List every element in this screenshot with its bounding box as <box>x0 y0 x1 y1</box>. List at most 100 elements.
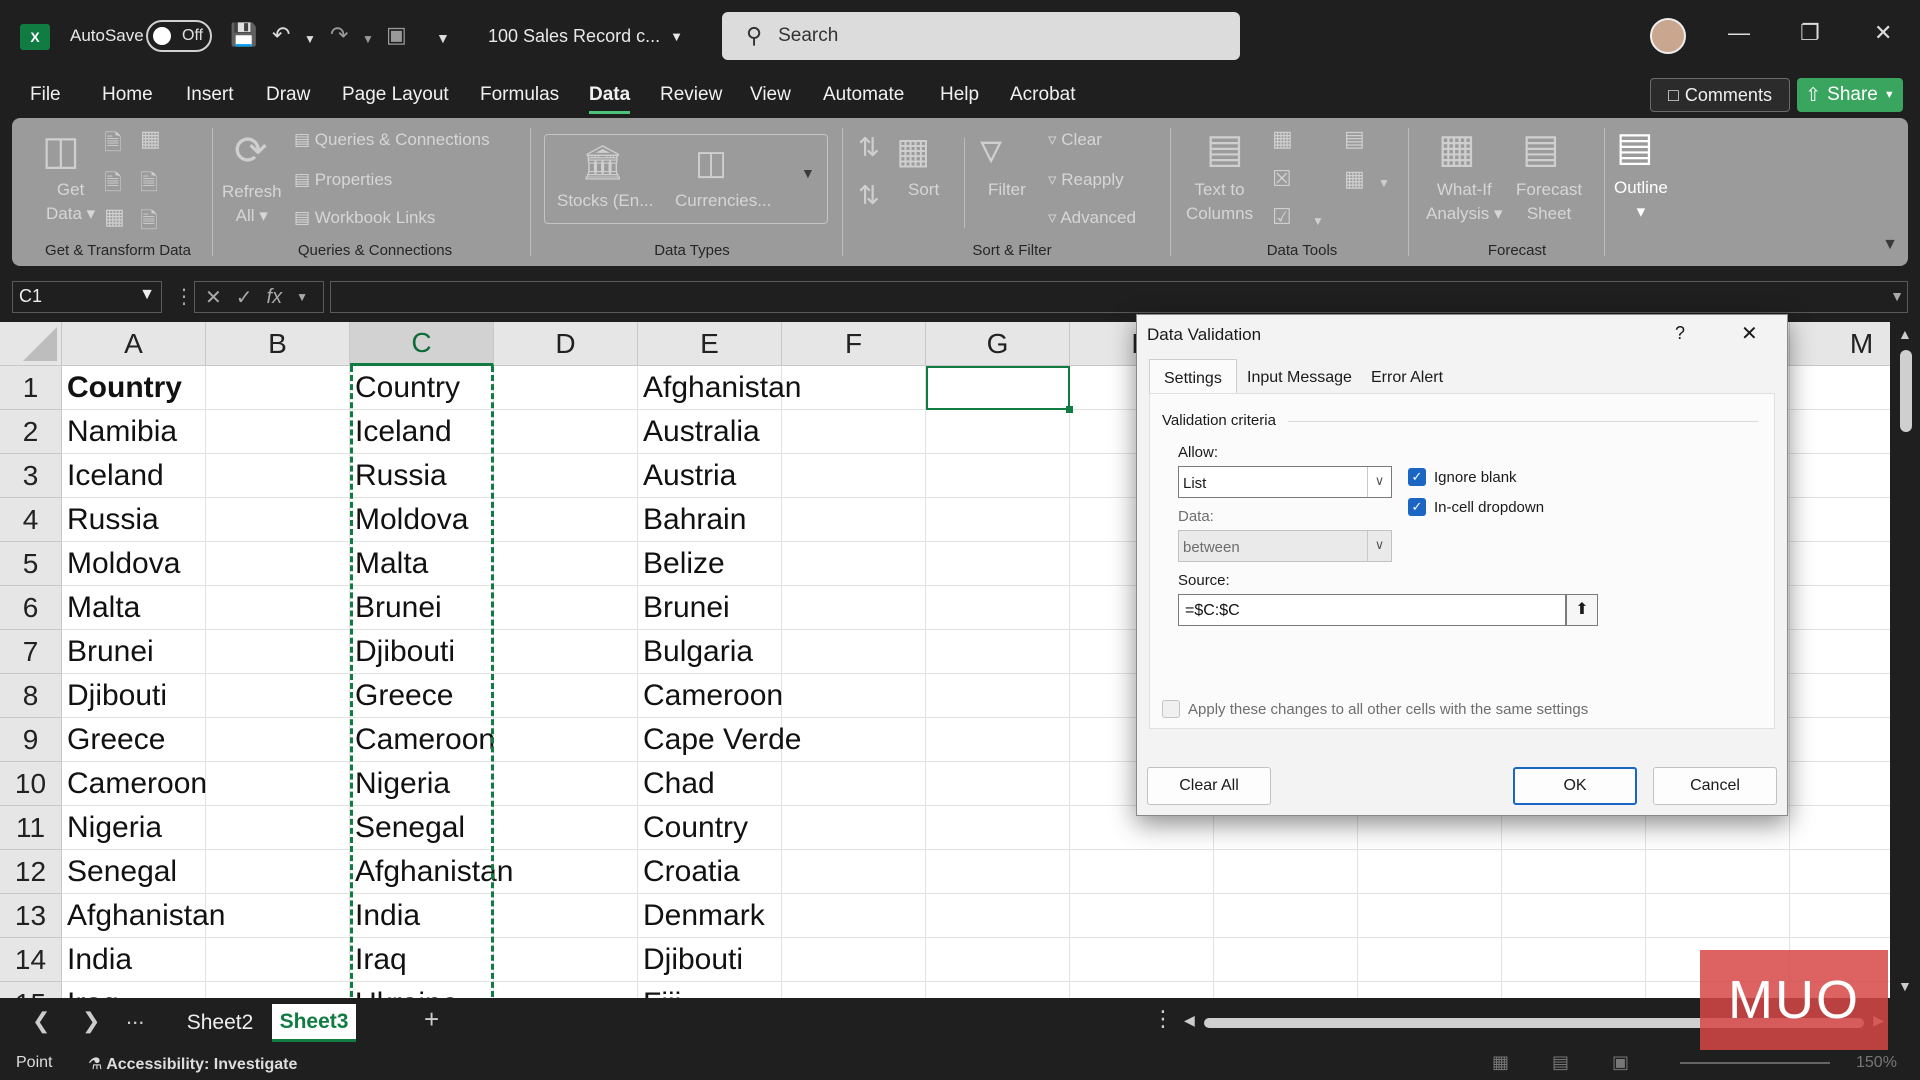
zoom-level[interactable]: 150% <box>1856 1054 1897 1072</box>
column-header-d[interactable]: D <box>494 322 638 366</box>
row-header-10[interactable]: 10 <box>0 762 62 806</box>
from-picture-icon[interactable]: 🗎 <box>140 204 158 242</box>
cell-d15[interactable] <box>494 982 638 998</box>
clear-all-button[interactable]: Clear All <box>1147 767 1271 805</box>
row-header-14[interactable]: 14 <box>0 938 62 982</box>
customize-toolbar-icon[interactable]: ▼ <box>436 30 450 46</box>
cell-e13[interactable]: Denmark <box>638 894 782 938</box>
cell-g14[interactable] <box>926 938 1070 982</box>
cell-l13[interactable] <box>1646 894 1790 938</box>
cell-f8[interactable] <box>782 674 926 718</box>
apply-all-checkbox[interactable] <box>1162 700 1180 718</box>
cell-d14[interactable] <box>494 938 638 982</box>
cell-d2[interactable] <box>494 410 638 454</box>
row-header-7[interactable]: 7 <box>0 630 62 674</box>
cell-e15[interactable]: Fiji <box>638 982 782 998</box>
properties-button[interactable]: ▤ Properties <box>294 168 392 192</box>
cell-e10[interactable]: Chad <box>638 762 782 806</box>
tab-sheet2[interactable]: Sheet2 <box>170 1004 270 1042</box>
more-sheets-button[interactable]: ... <box>126 1004 144 1030</box>
tab-help[interactable]: Help <box>940 84 979 106</box>
row-header-5[interactable]: 5 <box>0 542 62 586</box>
gallery-more-icon[interactable]: ▼ <box>801 165 815 181</box>
row-header-11[interactable]: 11 <box>0 806 62 850</box>
cell-j12[interactable] <box>1358 850 1502 894</box>
tab-automate[interactable]: Automate <box>823 84 904 106</box>
cancel-icon[interactable]: ✕ <box>205 285 222 310</box>
cell-i12[interactable] <box>1214 850 1358 894</box>
row-header-2[interactable]: 2 <box>0 410 62 454</box>
chevron-down-icon[interactable]: ▼ <box>1312 214 1324 228</box>
cell-b15[interactable] <box>206 982 350 998</box>
cell-a12[interactable]: Senegal <box>62 850 206 894</box>
cell-g13[interactable] <box>926 894 1070 938</box>
cell-d1[interactable] <box>494 366 638 410</box>
tab-acrobat[interactable]: Acrobat <box>1010 84 1075 106</box>
reapply-button[interactable]: ▿ Reapply <box>1048 168 1124 192</box>
close-window-icon[interactable]: ✕ <box>1874 20 1892 46</box>
stocks-button[interactable]: Stocks (En... <box>557 189 653 213</box>
cell-e2[interactable]: Australia <box>638 410 782 454</box>
cell-a8[interactable]: Djibouti <box>62 674 206 718</box>
row-header-1[interactable]: 1 <box>0 366 62 410</box>
row-header-6[interactable]: 6 <box>0 586 62 630</box>
ok-button[interactable]: OK <box>1513 767 1637 805</box>
cell-a3[interactable]: Iceland <box>62 454 206 498</box>
select-all-corner[interactable] <box>0 322 62 366</box>
text-to-columns-button[interactable]: Text to Columns <box>1186 178 1253 226</box>
tab-home[interactable]: Home <box>102 84 153 106</box>
undo-dropdown-icon[interactable]: ▼ <box>304 32 316 46</box>
column-header-b[interactable]: B <box>206 322 350 366</box>
column-header-m[interactable]: M <box>1790 322 1890 366</box>
from-web-icon[interactable]: 🗎 <box>104 166 122 204</box>
cell-j14[interactable] <box>1358 938 1502 982</box>
cell-e3[interactable]: Austria <box>638 454 782 498</box>
cell-d9[interactable] <box>494 718 638 762</box>
chevron-down-icon[interactable]: ▼ <box>1378 176 1390 190</box>
cell-b9[interactable] <box>206 718 350 762</box>
row-header-9[interactable]: 9 <box>0 718 62 762</box>
tab-data[interactable]: Data <box>589 84 631 114</box>
cell-g3[interactable] <box>926 454 1070 498</box>
scroll-up-icon[interactable]: ▲ <box>1898 326 1912 342</box>
cell-d6[interactable] <box>494 586 638 630</box>
cell-j15[interactable] <box>1358 982 1502 998</box>
cell-g15[interactable] <box>926 982 1070 998</box>
cell-d13[interactable] <box>494 894 638 938</box>
cell-e9[interactable]: Cape Verde <box>638 718 801 762</box>
scroll-down-icon[interactable]: ▼ <box>1898 978 1912 994</box>
cell-i15[interactable] <box>1214 982 1358 998</box>
advanced-filter-button[interactable]: ▿ Advanced <box>1048 206 1136 230</box>
cell-j13[interactable] <box>1358 894 1502 938</box>
scroll-left-icon[interactable]: ◀ <box>1184 1012 1195 1029</box>
cell-a1[interactable]: Country <box>62 366 206 410</box>
undo-icon[interactable]: ↶ <box>272 22 290 48</box>
cell-a10[interactable]: Cameroon <box>62 762 207 806</box>
cell-e6[interactable]: Brunei <box>638 586 782 630</box>
column-header-e[interactable]: E <box>638 322 782 366</box>
cell-f7[interactable] <box>782 630 926 674</box>
cell-m5[interactable] <box>1790 542 1890 586</box>
avatar[interactable] <box>1650 18 1686 54</box>
formula-input[interactable] <box>330 281 1908 313</box>
accessibility-status[interactable]: ⚗ Accessibility: Investigate <box>88 1054 297 1074</box>
cell-m2[interactable] <box>1790 410 1890 454</box>
sort-ascending-icon[interactable]: ⇅ <box>858 132 880 163</box>
cell-g6[interactable] <box>926 586 1070 630</box>
redo-icon[interactable]: ↷ <box>330 22 348 48</box>
cell-i14[interactable] <box>1214 938 1358 982</box>
cell-d5[interactable] <box>494 542 638 586</box>
cell-a15[interactable]: Iraq <box>62 982 206 998</box>
cell-b4[interactable] <box>206 498 350 542</box>
insert-function-button[interactable]: fx <box>267 286 283 309</box>
column-header-f[interactable]: F <box>782 322 926 366</box>
page-break-view-icon[interactable]: ▣ <box>1612 1052 1629 1073</box>
share-button[interactable]: ⇧ Share ▼ <box>1797 78 1903 112</box>
refresh-all-button[interactable]: Refresh All ▾ <box>222 180 282 228</box>
tab-view[interactable]: View <box>750 84 791 106</box>
cell-e7[interactable]: Bulgaria <box>638 630 782 674</box>
cell-a4[interactable]: Russia <box>62 498 206 542</box>
cell-i13[interactable] <box>1214 894 1358 938</box>
filter-button[interactable]: Filter <box>988 178 1026 202</box>
more-options-icon[interactable]: ⋮ <box>174 284 194 309</box>
